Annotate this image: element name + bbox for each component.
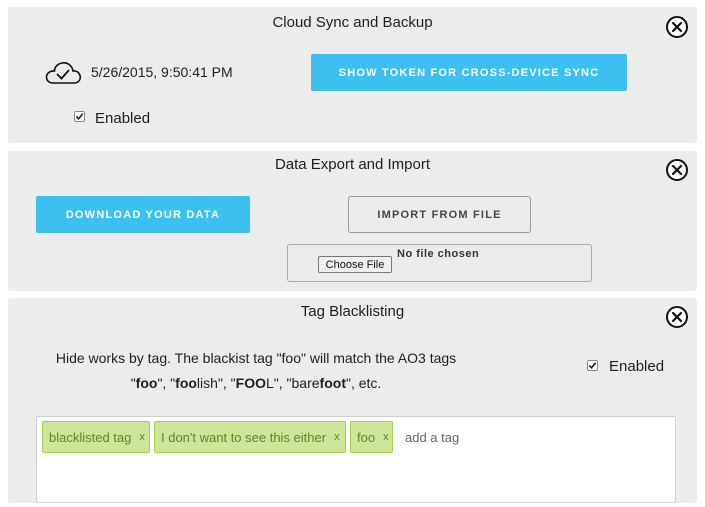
choose-file-button[interactable]: Choose File bbox=[318, 256, 392, 273]
tag-label: foo bbox=[357, 429, 376, 445]
tag-chip: foo x bbox=[350, 421, 393, 453]
tag-chip: I don't want to see this either x bbox=[154, 421, 346, 453]
cloud-enabled-checkbox[interactable] bbox=[74, 111, 85, 122]
description-line-1: Hide works by tag. The blackist tag "foo… bbox=[55, 350, 457, 366]
close-blacklist-panel-button[interactable] bbox=[666, 306, 688, 328]
close-data-io-panel-button[interactable] bbox=[666, 159, 688, 181]
description-line-2: "foo", "foolish", "FOOL", "barefoot", et… bbox=[130, 375, 382, 391]
last-sync-timestamp: 5/26/2015, 9:50:41 PM bbox=[91, 64, 233, 80]
close-icon bbox=[671, 164, 683, 176]
blacklist-description: Hide works by tag. The blackist tag "foo… bbox=[36, 346, 476, 396]
tag-label: blacklisted tag bbox=[49, 429, 132, 445]
add-tag-input[interactable] bbox=[403, 427, 607, 447]
file-picker[interactable]: Choose File No file chosen bbox=[287, 244, 592, 282]
cloud-sync-panel: Cloud Sync and Backup 5/26/2015, 9:50:41… bbox=[8, 7, 697, 143]
cloud-enabled-label: Enabled bbox=[95, 110, 151, 127]
data-io-panel: Data Export and Import DOWNLOAD YOUR DAT… bbox=[8, 151, 697, 291]
import-from-file-button[interactable]: IMPORT FROM FILE bbox=[348, 196, 531, 233]
no-file-chosen-text: No file chosen bbox=[397, 248, 480, 260]
show-sync-token-button[interactable]: SHOW TOKEN FOR CROSS-DEVICE SYNC bbox=[311, 54, 627, 91]
tag-blacklist-title: Tag Blacklisting bbox=[300, 303, 405, 320]
blacklist-enabled-checkbox[interactable] bbox=[587, 360, 598, 371]
tag-blacklist-panel: Tag Blacklisting Hide works by tag. The … bbox=[8, 298, 697, 503]
checkmark-icon bbox=[588, 362, 597, 369]
remove-tag-button[interactable]: x bbox=[139, 431, 145, 443]
tag-chip: blacklisted tag x bbox=[42, 421, 150, 453]
close-icon bbox=[671, 311, 683, 323]
cloud-sync-title: Cloud Sync and Backup bbox=[272, 14, 433, 31]
checkmark-icon bbox=[75, 113, 84, 120]
download-data-button[interactable]: DOWNLOAD YOUR DATA bbox=[36, 196, 250, 233]
data-io-title: Data Export and Import bbox=[274, 156, 431, 173]
close-icon bbox=[671, 21, 683, 33]
blacklist-enabled-label: Enabled bbox=[609, 358, 665, 375]
remove-tag-button[interactable]: x bbox=[334, 431, 340, 443]
cloud-check-icon bbox=[45, 62, 82, 84]
remove-tag-button[interactable]: x bbox=[383, 431, 389, 443]
tag-label: I don't want to see this either bbox=[161, 429, 327, 445]
close-cloud-panel-button[interactable] bbox=[666, 16, 688, 38]
tag-input-area[interactable]: blacklisted tag x I don't want to see th… bbox=[36, 416, 676, 503]
